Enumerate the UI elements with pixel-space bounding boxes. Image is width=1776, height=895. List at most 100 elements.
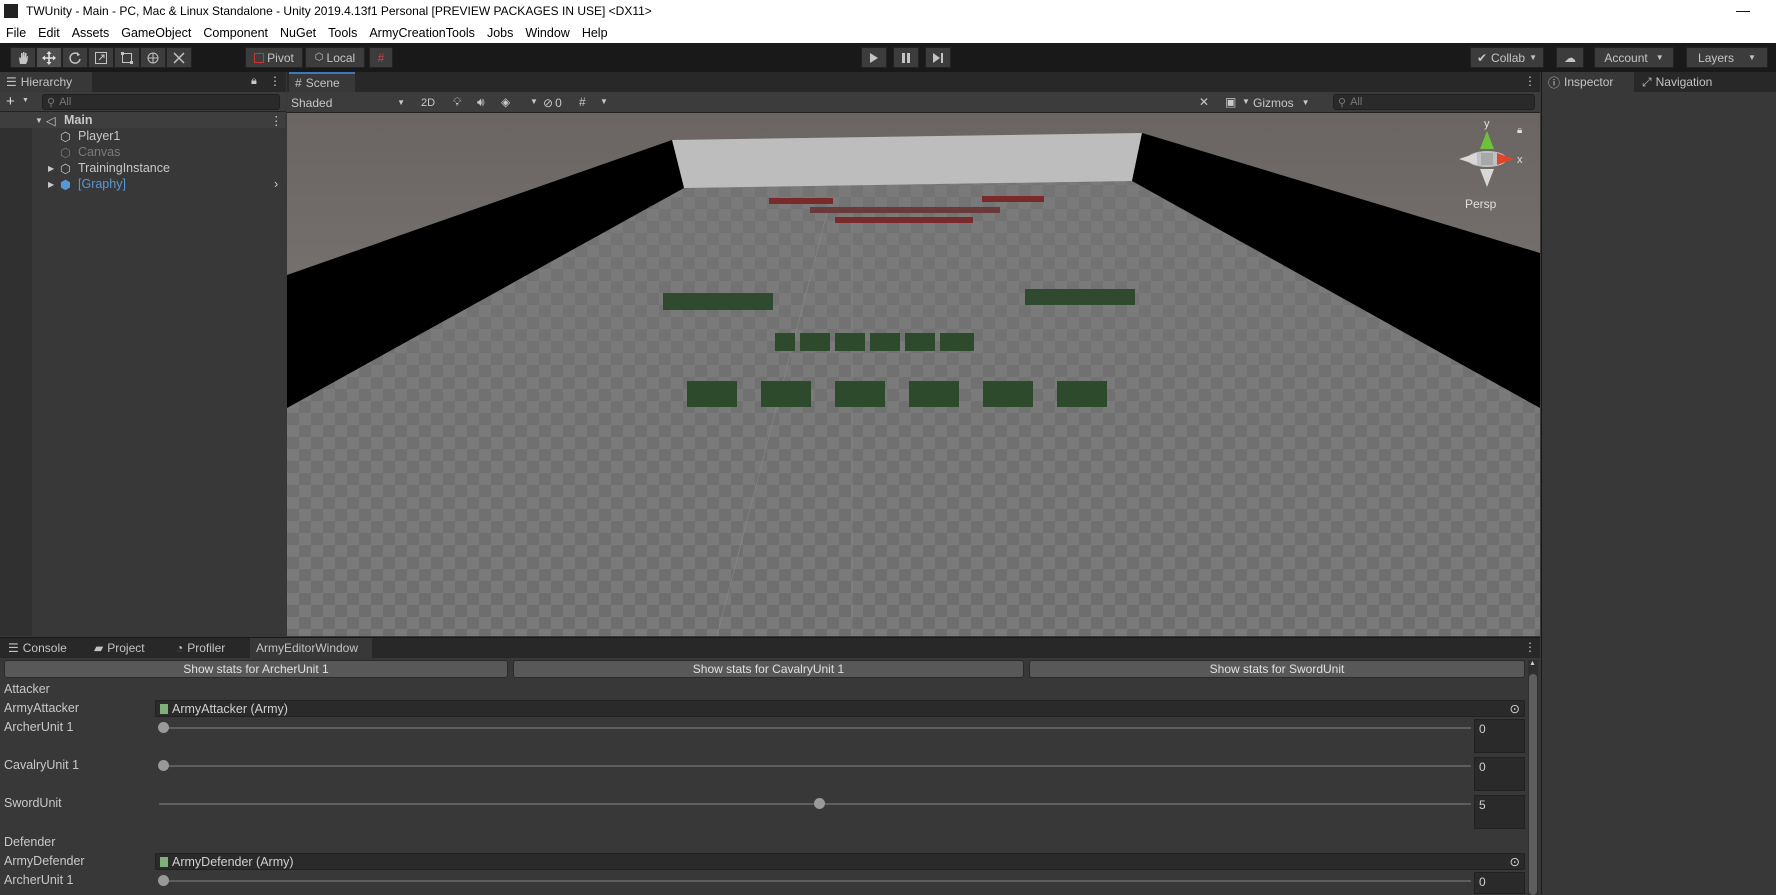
local-toggle[interactable]: ⬡ Local (305, 47, 365, 68)
object-picker-icon[interactable]: ⊙ (1510, 701, 1520, 716)
play-button[interactable] (861, 47, 887, 68)
defender-archer-slider[interactable] (159, 880, 1471, 882)
hierarchy-item[interactable]: ▶ ⬢ [Graphy] › (0, 176, 285, 192)
attacker-archer-slider[interactable] (159, 727, 1471, 729)
attacker-header: Attacker (4, 682, 50, 696)
pivot-toggle[interactable]: Pivot (245, 47, 303, 68)
army-editor-panel: ☰ Console ▰ Project ◔ Profiler ArmyEdito… (0, 637, 1540, 895)
menu-nuget[interactable]: NuGet (274, 26, 322, 40)
layers-dropdown[interactable]: Layers ▼ (1686, 47, 1768, 68)
show-stats-archer-button[interactable]: Show stats for ArcherUnit 1 (4, 660, 508, 678)
chevron-down-icon[interactable]: ▼ (530, 97, 538, 106)
tab-inspector[interactable]: ⓘ Inspector (1542, 72, 1634, 92)
scrollbar-thumb[interactable] (1529, 674, 1537, 895)
menu-help[interactable]: Help (576, 26, 614, 40)
add-icon[interactable]: + (6, 93, 15, 110)
tab-project[interactable]: ▰ Project (88, 638, 160, 658)
hierarchy-item[interactable]: ▶ ⬡ TrainingInstance (0, 160, 285, 176)
attacker-cavalry-value[interactable]: 0 (1474, 757, 1525, 791)
hierarchy-tabbar: ☰ Hierarchy 🔒︎ ⋮ (0, 72, 286, 92)
inspector-tab-label: Inspector (1564, 75, 1614, 89)
expand-arrow-icon[interactable]: ▼ (35, 116, 43, 125)
tools-icon[interactable]: ✕ (1199, 95, 1209, 109)
tab-profiler[interactable]: ◔ Profiler (170, 638, 244, 658)
gameobject-icon: ⬡ (60, 145, 71, 160)
account-dropdown[interactable]: Account ▼ (1594, 47, 1674, 68)
chevron-down-icon[interactable]: ▼ (22, 97, 29, 104)
custom-tool-icon[interactable] (166, 47, 192, 68)
2d-toggle[interactable]: 2D (415, 94, 441, 111)
rect-tool-icon[interactable] (114, 47, 140, 68)
expand-arrow-icon[interactable]: ▶ (48, 180, 54, 189)
move-tool-icon[interactable] (36, 47, 62, 68)
army-attacker-field[interactable]: ArmyAttacker (Army) ⊙ (155, 700, 1525, 717)
scene-viewport[interactable]: y x Persp 🔒︎ (287, 113, 1540, 636)
kebab-menu-icon[interactable]: ⋮ (270, 113, 283, 128)
hierarchy-scene-row[interactable]: ▼ ◁ Main ⋮ (0, 112, 285, 128)
object-picker-icon[interactable]: ⊙ (1510, 854, 1520, 869)
rotate-tool-icon[interactable] (62, 47, 88, 68)
menu-tools[interactable]: Tools (322, 26, 363, 40)
attacker-archer-value[interactable]: 0 (1474, 719, 1525, 753)
persp-label: Persp (1465, 197, 1497, 211)
tab-army-editor-window[interactable]: ArmyEditorWindow (250, 638, 372, 658)
chevron-down-icon[interactable]: ▼ (1242, 97, 1250, 106)
scale-tool-icon[interactable] (88, 47, 114, 68)
tab-navigation[interactable]: ⤢ Navigation (1636, 72, 1732, 92)
tab-console[interactable]: ☰ Console (2, 638, 78, 658)
attacker-cavalry-slider-knob[interactable] (157, 760, 169, 771)
pause-button[interactable] (893, 47, 919, 68)
menu-component[interactable]: Component (197, 26, 274, 40)
shading-dropdown[interactable]: Shaded ▼ (291, 94, 409, 111)
hierarchy-search-input[interactable]: ⚲ All (42, 94, 280, 110)
scroll-up-icon[interactable]: ▲ (1529, 660, 1536, 667)
kebab-menu-icon[interactable]: ⋮ (269, 74, 281, 88)
menu-assets[interactable]: Assets (66, 26, 116, 40)
bottom-tabbar: ☰ Console ▰ Project ◔ Profiler ArmyEdito… (0, 638, 1540, 658)
attacker-cavalry-slider[interactable] (159, 765, 1471, 767)
attacker-sword-value[interactable]: 5 (1474, 795, 1525, 829)
attacker-sword-slider-knob[interactable] (813, 798, 825, 809)
transform-tool-icon[interactable] (140, 47, 166, 68)
menu-gameobject[interactable]: GameObject (115, 26, 197, 40)
unity-scene-icon: ◁ (46, 113, 56, 128)
kebab-menu-icon[interactable]: ⋮ (1524, 74, 1536, 88)
hand-tool-icon[interactable] (10, 47, 36, 68)
tab-scene[interactable]: # Scene (289, 72, 355, 92)
defender-archer-slider-knob[interactable] (157, 875, 169, 886)
step-button[interactable] (925, 47, 951, 68)
menu-edit[interactable]: Edit (32, 26, 66, 40)
kebab-menu-icon[interactable]: ⋮ (1524, 640, 1536, 654)
prefab-icon: ⬢ (60, 177, 71, 192)
camera-icon[interactable]: ▣ (1225, 95, 1236, 109)
lightbulb-icon[interactable]: 💡︎ (453, 95, 461, 110)
lock-icon[interactable]: 🔒︎ (251, 75, 257, 88)
army-defender-field[interactable]: ArmyDefender (Army) ⊙ (155, 853, 1525, 870)
hierarchy-item[interactable]: ⬡ Player1 (0, 128, 285, 144)
hierarchy-item[interactable]: ⬡ Canvas (0, 144, 285, 160)
menu-window[interactable]: Window (519, 26, 575, 40)
grid-toggle-icon[interactable]: # (579, 95, 586, 109)
back-wall (672, 133, 1142, 188)
show-stats-sword-button[interactable]: Show stats for SwordUnit (1029, 660, 1525, 678)
chevron-down-icon[interactable]: ▼ (600, 97, 608, 106)
expand-arrow-icon[interactable]: ▶ (48, 164, 54, 173)
attacker-archer-slider-knob[interactable] (157, 722, 169, 733)
chevron-down-icon: ▼ (1655, 53, 1664, 62)
defender-archer-value[interactable]: 0 (1474, 872, 1525, 894)
chevron-right-icon[interactable]: › (274, 177, 278, 191)
gizmos-dropdown[interactable]: Gizmos ▼ (1253, 94, 1310, 111)
show-stats-cavalry-button[interactable]: Show stats for CavalryUnit 1 (513, 660, 1024, 678)
minimize-button[interactable]: — (1736, 2, 1750, 18)
tab-hierarchy[interactable]: ☰ Hierarchy (0, 72, 92, 92)
grid-snap-icon[interactable]: # (369, 47, 393, 68)
cloud-icon[interactable]: ☁ (1556, 47, 1584, 68)
hidden-objects-toggle[interactable]: ⊘ 0 (543, 94, 573, 111)
audio-icon[interactable]: 🔊︎ (477, 95, 485, 110)
menu-armycreationtools[interactable]: ArmyCreationTools (363, 26, 481, 40)
menu-file[interactable]: File (0, 26, 32, 40)
collab-dropdown[interactable]: ✔ Collab ▼ (1470, 47, 1544, 68)
effects-icon[interactable]: ◈ (501, 95, 510, 109)
menu-jobs[interactable]: Jobs (481, 26, 519, 40)
scene-search-input[interactable]: ⚲ All (1333, 94, 1535, 110)
